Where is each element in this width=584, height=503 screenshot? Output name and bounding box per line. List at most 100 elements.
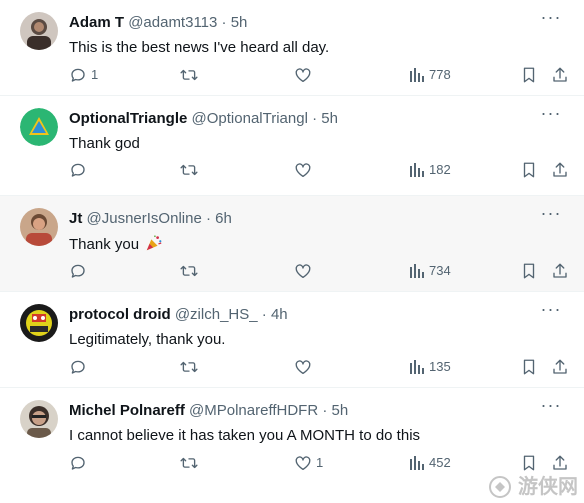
reply-icon bbox=[71, 163, 85, 177]
avatar[interactable] bbox=[20, 108, 58, 146]
display-name[interactable]: Jt bbox=[69, 210, 82, 227]
views-button[interactable]: 135 bbox=[409, 357, 451, 377]
user-handle[interactable]: @adamt3113 bbox=[128, 14, 217, 31]
views-bar-chart-icon bbox=[410, 456, 424, 470]
user-handle[interactable]: @zilch_HS_ bbox=[175, 306, 258, 323]
share-icon bbox=[553, 359, 567, 374]
tweet[interactable]: Adam T @adamt3113 · 5h ··· This is the b… bbox=[0, 0, 584, 96]
tweet-text-container: Thank you bbox=[69, 234, 163, 255]
bookmark-button[interactable] bbox=[520, 357, 538, 377]
watermark: 游侠网 bbox=[518, 476, 578, 498]
bookmark-icon bbox=[523, 263, 535, 279]
views-button[interactable]: 452 bbox=[409, 453, 451, 473]
reply-button[interactable] bbox=[69, 357, 91, 377]
more-options-button[interactable]: ··· bbox=[540, 300, 562, 322]
tweet[interactable]: protocol droid @zilch_HS_ · 4h ··· Legit… bbox=[0, 292, 584, 388]
bookmark-button[interactable] bbox=[520, 261, 538, 281]
display-name[interactable]: Michel Polnareff bbox=[69, 402, 185, 419]
retweet-icon bbox=[180, 164, 198, 176]
tweet-actions: 734 bbox=[69, 261, 569, 281]
reply-button[interactable] bbox=[69, 453, 91, 473]
reply-button[interactable] bbox=[69, 261, 91, 281]
views-button[interactable]: 734 bbox=[409, 261, 451, 281]
reply-icon bbox=[71, 456, 85, 470]
display-name[interactable]: Adam T bbox=[69, 14, 124, 31]
tweet[interactable]: Jt @JusnerIsOnline · 6h ··· Thank you 73… bbox=[0, 196, 584, 292]
display-name[interactable]: OptionalTriangle bbox=[69, 110, 187, 127]
more-options-button[interactable]: ··· bbox=[540, 204, 562, 226]
retweet-button[interactable] bbox=[179, 160, 203, 180]
views-button[interactable]: 182 bbox=[409, 160, 451, 180]
bookmark-button[interactable] bbox=[520, 160, 538, 180]
tweet-actions: 182 bbox=[69, 160, 569, 180]
retweet-icon bbox=[180, 69, 198, 81]
share-button[interactable] bbox=[551, 357, 569, 377]
heart-icon bbox=[295, 68, 311, 83]
views-count: 734 bbox=[429, 263, 451, 278]
more-options-button[interactable]: ··· bbox=[540, 396, 562, 418]
like-button[interactable] bbox=[294, 65, 316, 85]
more-options-button[interactable]: ··· bbox=[540, 8, 562, 30]
retweet-button[interactable] bbox=[179, 65, 203, 85]
avatar[interactable] bbox=[20, 400, 58, 438]
tweet[interactable]: OptionalTriangle @OptionalTriangl · 5h ·… bbox=[0, 96, 584, 196]
bookmark-icon bbox=[523, 359, 535, 375]
share-button[interactable] bbox=[551, 160, 569, 180]
avatar[interactable] bbox=[20, 304, 58, 342]
timestamp[interactable]: 5h bbox=[231, 14, 248, 31]
timestamp[interactable]: 5h bbox=[332, 402, 349, 419]
party-popper-icon bbox=[147, 235, 162, 251]
watermark-logo-icon bbox=[489, 476, 511, 498]
views-bar-chart-icon bbox=[410, 68, 424, 82]
heart-icon bbox=[295, 360, 311, 375]
views-button[interactable]: 778 bbox=[409, 65, 451, 85]
tweet-text: I cannot believe it has taken you A MONT… bbox=[69, 427, 421, 444]
views-count: 182 bbox=[429, 162, 451, 177]
timestamp[interactable]: 6h bbox=[215, 210, 232, 227]
share-icon bbox=[553, 162, 567, 177]
share-button[interactable] bbox=[551, 65, 569, 85]
separator: · bbox=[261, 306, 267, 323]
retweet-icon bbox=[180, 361, 198, 373]
bookmark-icon bbox=[523, 67, 535, 83]
avatar[interactable] bbox=[20, 12, 58, 50]
like-button[interactable] bbox=[294, 261, 316, 281]
more-options-button[interactable]: ··· bbox=[540, 104, 562, 126]
like-button[interactable] bbox=[294, 357, 316, 377]
heart-icon bbox=[295, 456, 311, 471]
reply-icon bbox=[71, 264, 85, 278]
retweet-icon bbox=[180, 457, 198, 469]
tweet-text: Thank you bbox=[69, 236, 140, 253]
like-button[interactable]: 1 bbox=[294, 453, 323, 473]
tweet-actions: 1 778 bbox=[69, 65, 569, 85]
heart-icon bbox=[295, 264, 311, 279]
user-handle[interactable]: @JusnerIsOnline bbox=[87, 210, 202, 227]
heart-icon bbox=[295, 163, 311, 178]
reply-button[interactable] bbox=[69, 160, 91, 180]
avatar[interactable] bbox=[20, 208, 58, 246]
user-handle[interactable]: @OptionalTriangl bbox=[192, 110, 308, 127]
separator: · bbox=[205, 210, 211, 227]
user-handle[interactable]: @MPolnareffHDFR bbox=[189, 402, 318, 419]
retweet-button[interactable] bbox=[179, 357, 203, 377]
separator: · bbox=[322, 402, 328, 419]
bookmark-button[interactable] bbox=[520, 65, 538, 85]
views-count: 452 bbox=[429, 455, 451, 470]
tweet-feed: Adam T @adamt3113 · 5h ··· This is the b… bbox=[0, 0, 584, 503]
timestamp[interactable]: 4h bbox=[271, 306, 288, 323]
timestamp[interactable]: 5h bbox=[321, 110, 338, 127]
display-name[interactable]: protocol droid bbox=[69, 306, 171, 323]
tweet-actions: 1 452 bbox=[69, 453, 567, 473]
tweet-text: Legitimately, thank you. bbox=[69, 331, 226, 348]
separator: · bbox=[312, 110, 318, 127]
views-count: 135 bbox=[429, 359, 451, 374]
tweet-header: Jt @JusnerIsOnline · 6h bbox=[69, 210, 232, 228]
share-icon bbox=[553, 263, 567, 278]
reply-icon bbox=[71, 68, 85, 82]
retweet-button[interactable] bbox=[179, 453, 203, 473]
share-button[interactable] bbox=[551, 261, 569, 281]
like-button[interactable] bbox=[294, 160, 316, 180]
retweet-button[interactable] bbox=[179, 261, 203, 281]
reply-button[interactable]: 1 bbox=[69, 65, 98, 85]
tweet-header: Adam T @adamt3113 · 5h bbox=[69, 14, 247, 32]
